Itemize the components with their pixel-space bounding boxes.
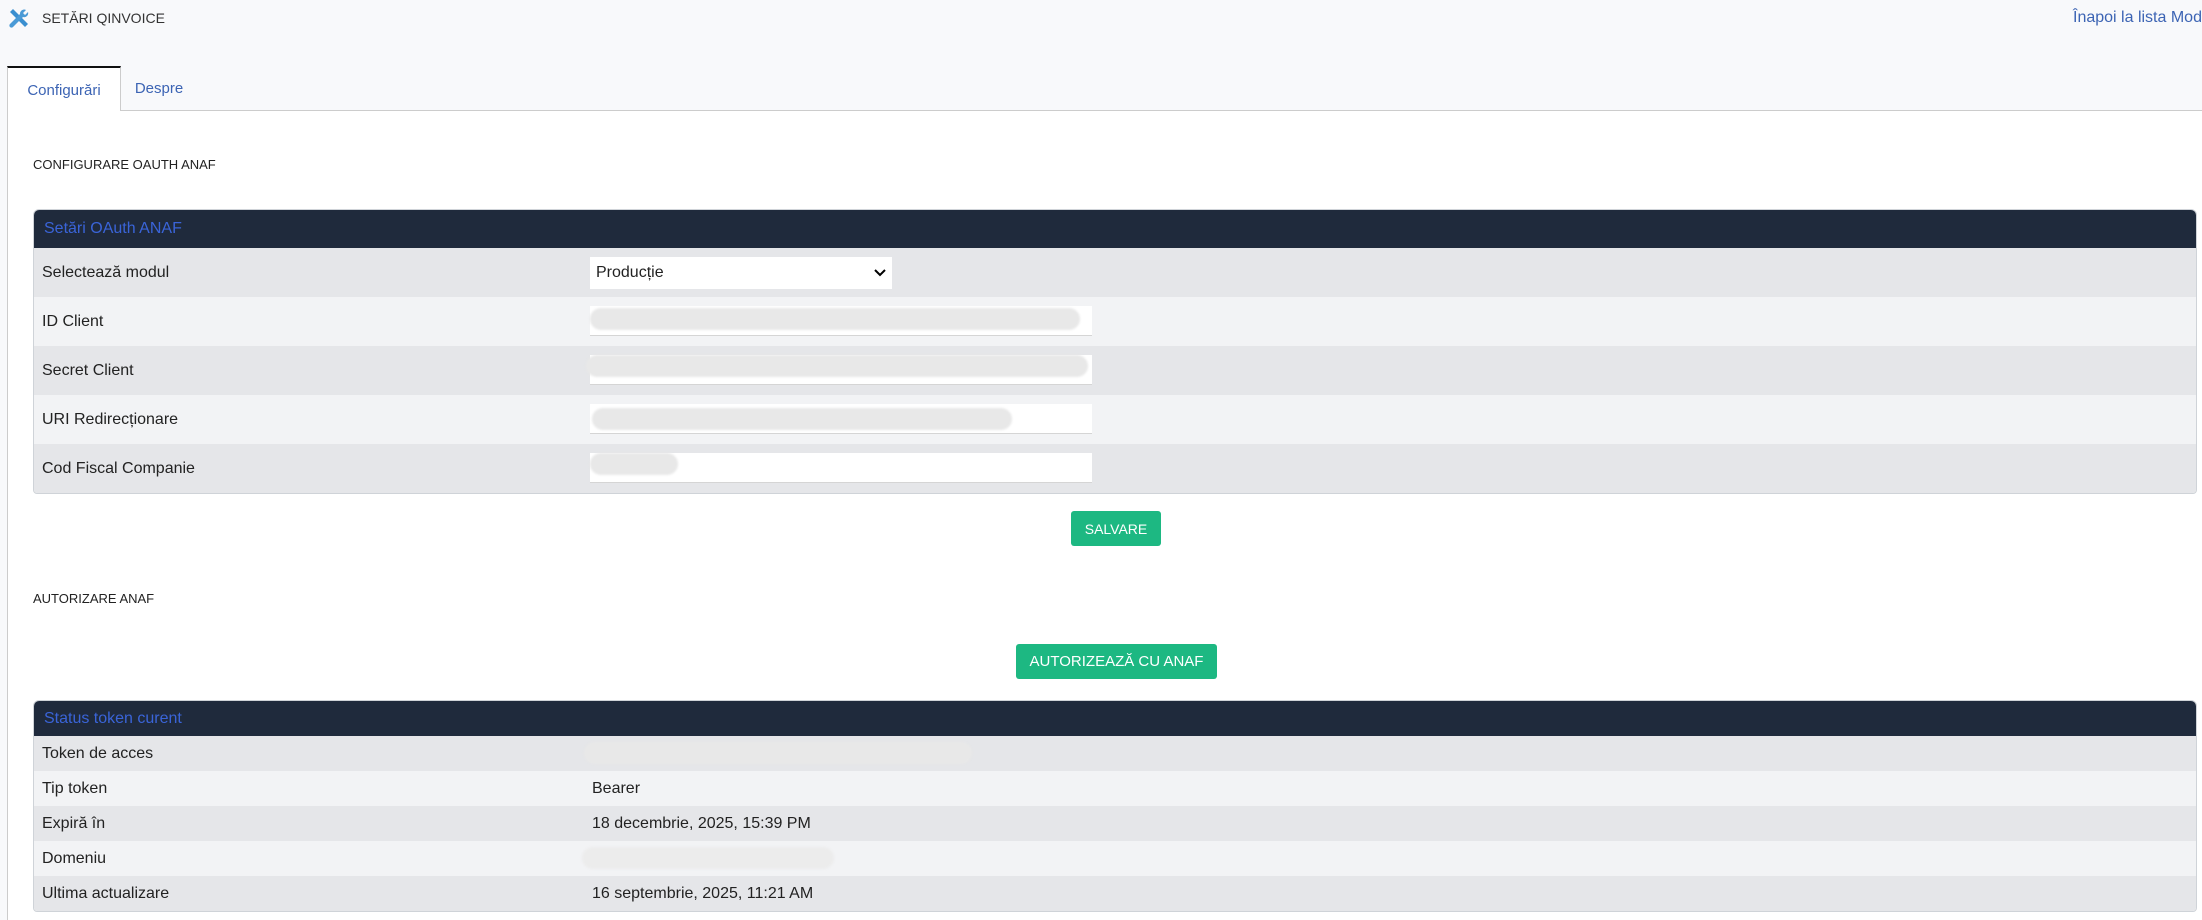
token-type-row: Tip token Bearer [34,771,2196,806]
mode-select[interactable]: Producție [590,256,892,289]
fiscal-code-row: Cod Fiscal Companie [34,444,2196,493]
client-secret-input[interactable] [586,355,1092,385]
client-id-row: ID Client [34,297,2196,346]
back-to-modules-link[interactable]: Înapoi la lista Mod [2073,9,2202,27]
field-label: Cod Fiscal Companie [42,459,195,477]
field-label: Secret Client [42,361,134,379]
redirect-uri-row: URI Redirecționare [34,395,2196,444]
field-label: ID Client [42,312,104,330]
field-label: URI Redirecționare [42,410,179,428]
expires-row: Expiră în 18 decembrie, 2025, 15:39 PM [34,806,2196,841]
page-title: SETĂRI QINVOICE [42,10,165,26]
redacted-value [584,742,972,764]
fiscal-code-input[interactable] [590,453,1092,483]
tab-despre[interactable]: Despre [121,66,197,111]
redirect-uri-input[interactable] [590,404,1092,434]
redacted-value [590,308,1080,330]
panel-title: Status token curent [34,701,2196,736]
access-token-row: Token de acces [34,736,2196,771]
save-button[interactable]: SALVARE [1071,511,1161,546]
scope-row: Domeniu [34,841,2196,876]
top-bar: SETĂRI QINVOICE Înapoi la lista Mod [0,0,2202,66]
chevron-down-icon [874,268,886,276]
field-label: Domeniu [42,849,107,867]
redacted-value [592,408,1012,430]
tools-icon [9,9,29,28]
field-value: 16 septembrie, 2025, 11:21 AM [592,884,814,902]
field-value: 18 decembrie, 2025, 15:39 PM [592,814,811,832]
client-secret-row: Secret Client [34,346,2196,395]
redacted-value [590,453,678,475]
last-updated-row: Ultima actualizare 16 septembrie, 2025, … [34,876,2196,911]
authorize-anaf-button[interactable]: AUTORIZEAZĂ CU ANAF [1016,644,1217,679]
mode-row: Selectează modul Producție [34,248,2196,297]
mode-select-value: Producție [596,263,664,281]
auth-section-title: AUTORIZARE ANAF [33,591,155,606]
field-label: Selectează modul [42,263,170,281]
oauth-section-title: CONFIGURARE OAUTH ANAF [33,157,216,172]
field-label: Tip token [42,779,108,797]
field-label: Ultima actualizare [42,884,170,902]
field-value: Bearer [592,779,641,797]
tab-configurari[interactable]: Configurări [7,66,121,111]
client-id-input[interactable] [590,306,1092,336]
oauth-settings-panel: Setări OAuth ANAF Selectează modul Produ… [33,209,2197,494]
panel-title: Setări OAuth ANAF [34,210,2196,248]
redacted-value [582,847,834,869]
redacted-value [586,355,1088,377]
field-label: Expiră în [42,814,106,832]
field-label: Token de acces [42,744,154,762]
tab-content: CONFIGURARE OAUTH ANAF Setări OAuth ANAF… [7,110,2202,920]
token-status-panel: Status token curent Token de acces Tip t… [33,700,2197,912]
